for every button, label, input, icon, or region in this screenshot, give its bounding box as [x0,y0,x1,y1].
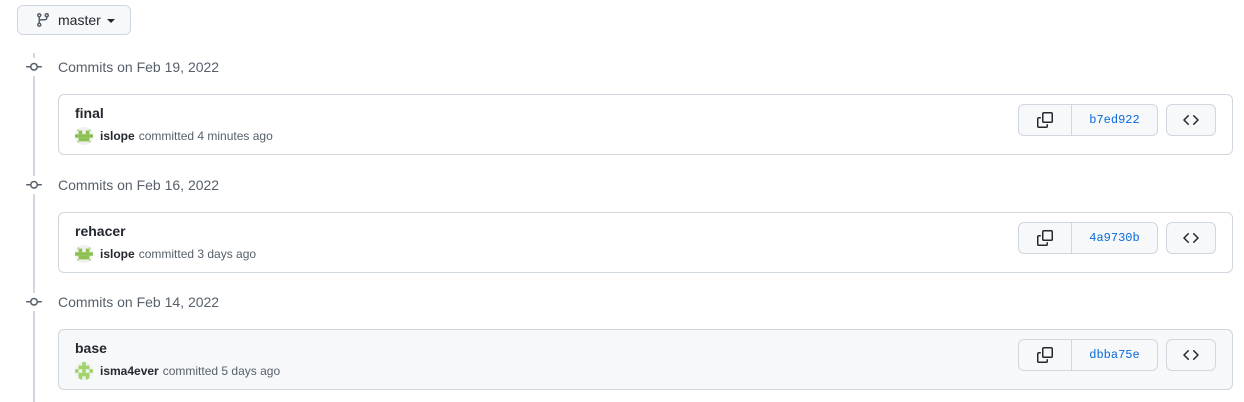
commit-row: rehacer islope committed 3 days ago 4a97… [58,212,1233,273]
branch-name: master [58,12,101,28]
commit-sha-link[interactable]: 4a9730b [1072,223,1157,253]
caret-down-icon [106,18,115,23]
sha-button-group: b7ed922 [1018,104,1158,136]
commit-actions: 4a9730b [1018,222,1216,254]
commit-time: committed 4 minutes ago [138,129,273,143]
commit-time: committed 3 days ago [138,247,257,261]
code-icon [1183,114,1199,126]
commit-group-title: Commits on Feb 19, 2022 [58,59,220,75]
commit-group-header: Commits on Feb 19, 2022 [25,57,219,77]
commit-message-link[interactable]: final [75,105,104,121]
git-commit-icon [25,176,43,194]
commit-meta: islope committed 4 minutes ago [75,127,273,145]
commit-row: final islope committed 4 minutes ago b7e… [58,94,1233,155]
avatar[interactable] [75,362,93,380]
copy-icon [1037,112,1053,128]
commit-meta: isma4ever committed 5 days ago [75,362,280,380]
branch-select-button[interactable]: master [17,5,131,35]
commit-group-header: Commits on Feb 14, 2022 [25,292,219,312]
code-icon [1183,232,1199,244]
browse-files-button[interactable] [1166,104,1216,136]
copy-icon [1037,230,1053,246]
commit-row: base isma4ever committed 5 days ago dbba… [58,329,1233,390]
commit-actions: dbba75e [1018,339,1216,371]
copy-icon [1037,347,1053,363]
commit-message-link[interactable]: base [75,340,107,356]
copy-sha-button[interactable] [1019,105,1072,135]
commit-group-title: Commits on Feb 16, 2022 [58,177,220,193]
timeline-line [33,53,35,402]
git-branch-icon [35,12,51,28]
commit-author-link[interactable]: islope [100,129,135,143]
commit-group-header: Commits on Feb 16, 2022 [25,175,219,195]
commit-author-link[interactable]: isma4ever [100,364,159,378]
browse-files-button[interactable] [1166,222,1216,254]
commit-message-link[interactable]: rehacer [75,223,126,239]
commit-time: committed 5 days ago [162,364,281,378]
commit-actions: b7ed922 [1018,104,1216,136]
commit-meta: islope committed 3 days ago [75,245,256,263]
code-icon [1183,349,1199,361]
git-commit-icon [25,58,43,76]
copy-sha-button[interactable] [1019,223,1072,253]
commit-author-link[interactable]: islope [100,247,135,261]
browse-files-button[interactable] [1166,339,1216,371]
sha-button-group: dbba75e [1018,339,1158,371]
commit-sha-link[interactable]: dbba75e [1072,340,1157,370]
avatar[interactable] [75,245,93,263]
commit-sha-link[interactable]: b7ed922 [1072,105,1157,135]
sha-button-group: 4a9730b [1018,222,1158,254]
git-commit-icon [25,293,43,311]
commit-group-title: Commits on Feb 14, 2022 [58,294,220,310]
avatar[interactable] [75,127,93,145]
copy-sha-button[interactable] [1019,340,1072,370]
